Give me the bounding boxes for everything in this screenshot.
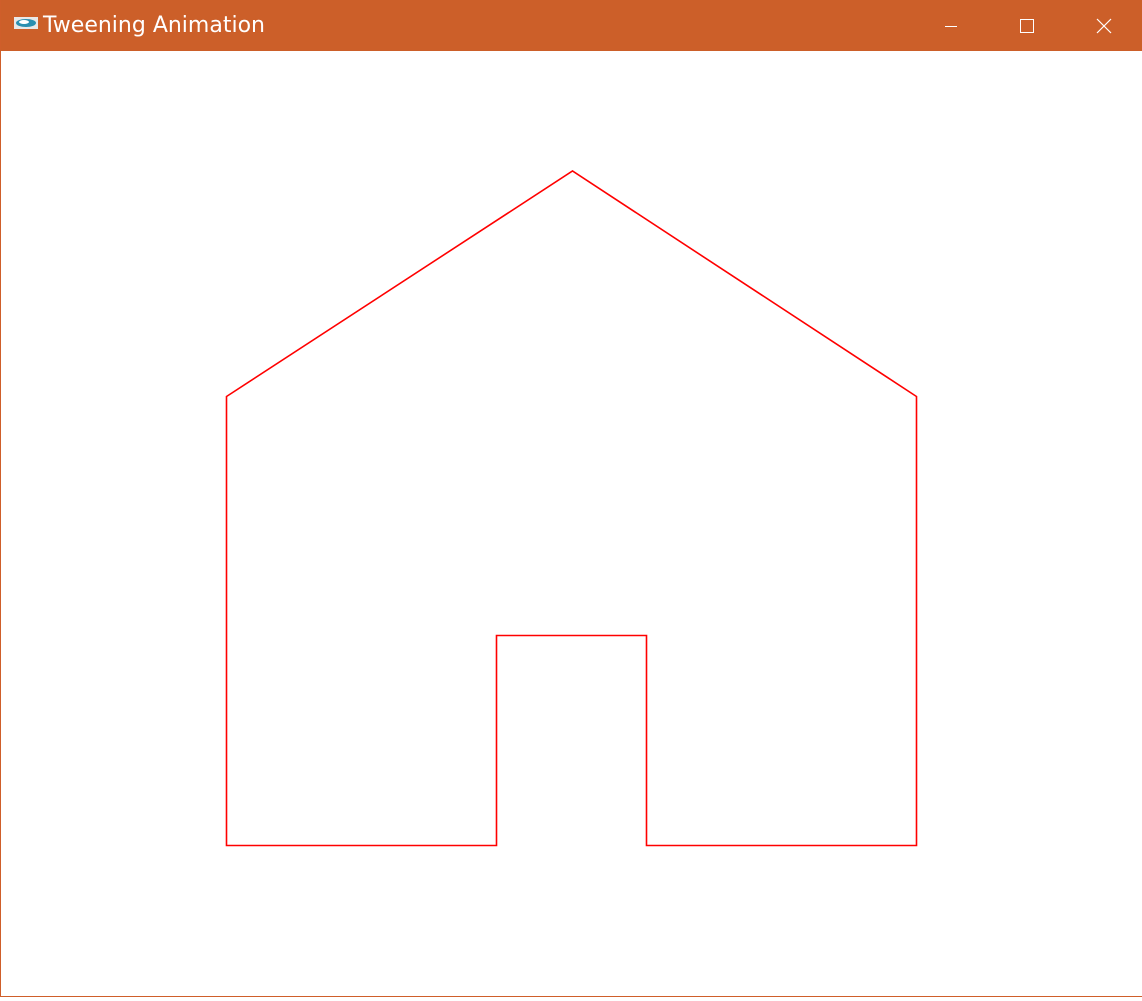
close-icon xyxy=(1096,18,1112,33)
house-outline xyxy=(225,170,918,847)
app-logo-icon xyxy=(14,17,38,29)
close-button[interactable] xyxy=(1065,0,1142,51)
maximize-button[interactable] xyxy=(989,0,1065,51)
maximize-icon xyxy=(1020,18,1034,33)
minimize-icon xyxy=(945,25,957,27)
window-title: Tweening Animation xyxy=(43,13,265,38)
minimize-button[interactable] xyxy=(913,0,989,51)
app-window: Tweening Animation xyxy=(0,0,1142,997)
house-drawing xyxy=(225,170,918,847)
title-bar[interactable]: Tweening Animation xyxy=(1,0,1142,51)
drawing-canvas xyxy=(2,51,1142,996)
